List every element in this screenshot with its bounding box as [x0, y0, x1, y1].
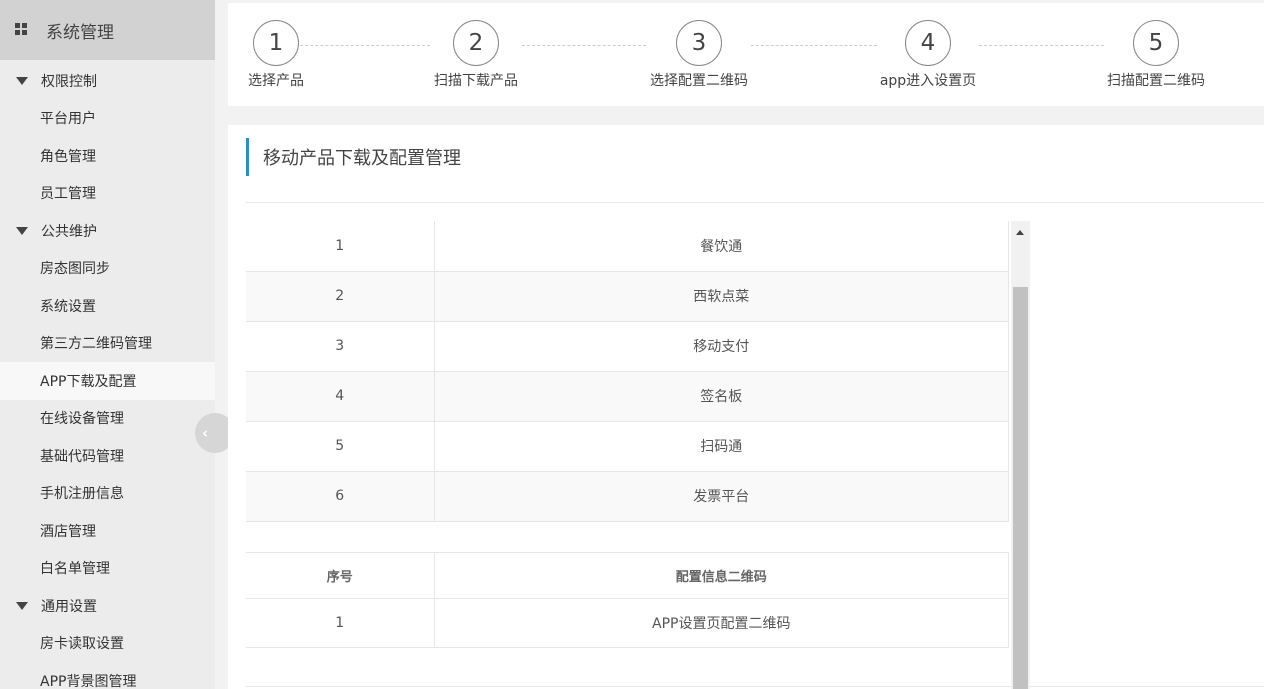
product-name: 签名板 [433, 370, 1009, 422]
step-label: 选择产品 [248, 73, 304, 89]
sidebar-title: 系统管理 [46, 22, 114, 43]
config-qrcode-table: 序号 配置信息二维码 1 APP设置页配置二维码 [246, 552, 1009, 648]
sidebar-header[interactable]: 系统管理 [0, 0, 215, 60]
step-connector [979, 45, 1104, 46]
table-row[interactable]: 5 扫码通 [246, 420, 1009, 472]
vertical-scrollbar[interactable] [1011, 221, 1030, 689]
sidebar-item-base-codes[interactable]: 基础代码管理 [0, 437, 215, 475]
menu-group-label: 权限控制 [41, 73, 97, 90]
table-row[interactable]: 6 发票平台 [246, 470, 1009, 522]
sidebar-item-room-card-settings[interactable]: 房卡读取设置 [0, 625, 215, 663]
row-index: 6 [246, 470, 435, 522]
sidebar-menu: 权限控制 平台用户 角色管理 员工管理 公共维护 房态图同步 系统设置 第三方二… [0, 60, 215, 689]
product-name: 发票平台 [433, 470, 1009, 522]
step-number: 3 [676, 20, 722, 66]
step-connector [522, 45, 646, 46]
grid-menu-icon [15, 23, 29, 37]
step-1: 1 选择产品 [246, 20, 306, 90]
menu-group-permissions[interactable]: 权限控制 [0, 62, 215, 100]
sidebar-item-hotel-management[interactable]: 酒店管理 [0, 512, 215, 550]
steps-panel: 1 选择产品 2 扫描下载产品 3 选择配置二维码 4 app进入设置页 5 扫… [228, 3, 1264, 106]
row-index: 5 [246, 420, 435, 472]
section-title: 移动产品下载及配置管理 [246, 138, 461, 176]
sidebar-item-room-status-sync[interactable]: 房态图同步 [0, 250, 215, 288]
sidebar-item-app-download[interactable]: APP下载及配置 [0, 362, 215, 400]
step-connector [300, 45, 430, 46]
table-row[interactable]: 3 移动支付 [246, 320, 1009, 372]
product-name: 餐饮通 [433, 221, 1009, 272]
table-row[interactable]: 1 APP设置页配置二维码 [246, 598, 1009, 648]
divider [246, 686, 1264, 687]
menu-group-label: 公共维护 [41, 223, 97, 240]
step-number: 1 [253, 20, 299, 66]
sidebar-item-role-management[interactable]: 角色管理 [0, 137, 215, 175]
sidebar-item-phone-registration[interactable]: 手机注册信息 [0, 475, 215, 513]
step-5: 5 扫描配置二维码 [1099, 20, 1213, 90]
table-row[interactable]: 4 签名板 [246, 370, 1009, 422]
sidebar-item-platform-users[interactable]: 平台用户 [0, 100, 215, 138]
products-table: 1 餐饮通 2 西软点菜 3 移动支付 4 签名板 5 扫码通 6 发票平台 [246, 221, 1009, 522]
step-label: 选择配置二维码 [650, 73, 748, 89]
menu-group-label: 通用设置 [41, 598, 97, 615]
main-panel: 移动产品下载及配置管理 1 餐饮通 2 西软点菜 3 移动支付 4 签名板 5 … [228, 125, 1264, 689]
menu-group-general-settings[interactable]: 通用设置 [0, 587, 215, 625]
scroll-up-icon[interactable] [1016, 230, 1024, 235]
step-label: app进入设置页 [879, 73, 977, 89]
sidebar-item-third-party-qrcode[interactable]: 第三方二维码管理 [0, 325, 215, 363]
step-label: 扫描下载产品 [434, 73, 518, 89]
sidebar-item-staff-management[interactable]: 员工管理 [0, 175, 215, 213]
sidebar-item-online-devices[interactable]: 在线设备管理 [0, 400, 215, 438]
chevron-left-icon: ‹ [202, 424, 209, 442]
caret-down-icon [16, 76, 28, 85]
sidebar: 系统管理 权限控制 平台用户 角色管理 员工管理 公共维护 房态图同步 系统设置… [0, 0, 215, 689]
table-header-row: 序号 配置信息二维码 [246, 552, 1009, 599]
step-number: 4 [905, 20, 951, 66]
caret-down-icon [16, 601, 28, 610]
table-row[interactable]: 1 餐饮通 [246, 221, 1009, 272]
table-row[interactable]: 2 西软点菜 [246, 270, 1009, 322]
step-connector [751, 45, 877, 46]
config-name: APP设置页配置二维码 [433, 598, 1009, 648]
step-label: 扫描配置二维码 [1107, 73, 1205, 89]
step-3: 3 选择配置二维码 [642, 20, 756, 90]
row-index: 3 [246, 320, 435, 372]
product-name: 西软点菜 [433, 270, 1009, 322]
row-index: 1 [246, 221, 435, 272]
sidebar-item-system-settings[interactable]: 系统设置 [0, 287, 215, 325]
step-4: 4 app进入设置页 [872, 20, 984, 90]
sidebar-item-app-background[interactable]: APP背景图管理 [0, 662, 215, 689]
product-name: 移动支付 [433, 320, 1009, 372]
column-header-qrcode: 配置信息二维码 [433, 552, 1009, 599]
scrollbar-thumb[interactable] [1013, 287, 1028, 689]
sidebar-item-whitelist[interactable]: 白名单管理 [0, 550, 215, 588]
product-name: 扫码通 [433, 420, 1009, 472]
step-2: 2 扫描下载产品 [427, 20, 525, 90]
column-header-index: 序号 [246, 552, 435, 599]
divider [246, 202, 1264, 203]
step-number: 2 [453, 20, 499, 66]
tables-scroll-area[interactable]: 1 餐饮通 2 西软点菜 3 移动支付 4 签名板 5 扫码通 6 发票平台 序… [246, 221, 1264, 689]
step-number: 5 [1133, 20, 1179, 66]
caret-down-icon [16, 226, 28, 235]
row-index: 1 [246, 598, 435, 648]
row-index: 2 [246, 270, 435, 322]
menu-group-public-maintenance[interactable]: 公共维护 [0, 212, 215, 250]
row-index: 4 [246, 370, 435, 422]
